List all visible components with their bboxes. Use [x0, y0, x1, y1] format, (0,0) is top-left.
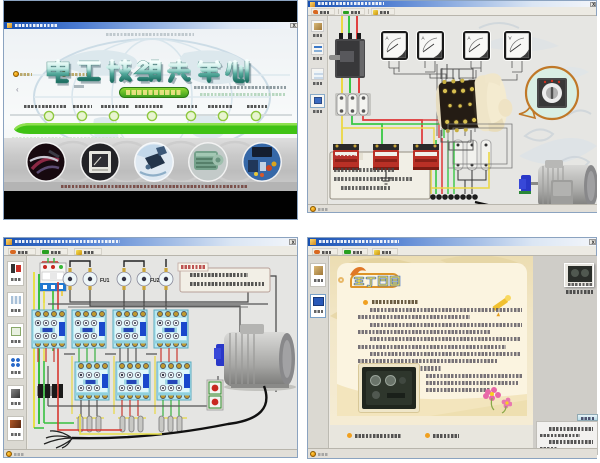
svg-text:A: A — [468, 36, 471, 41]
svg-text:FU1: FU1 — [100, 278, 110, 284]
svg-text:V: V — [509, 36, 512, 41]
svg-text:FU2: FU2 — [150, 278, 160, 284]
svg-text:A: A — [422, 36, 425, 41]
svg-text:A: A — [386, 36, 389, 41]
